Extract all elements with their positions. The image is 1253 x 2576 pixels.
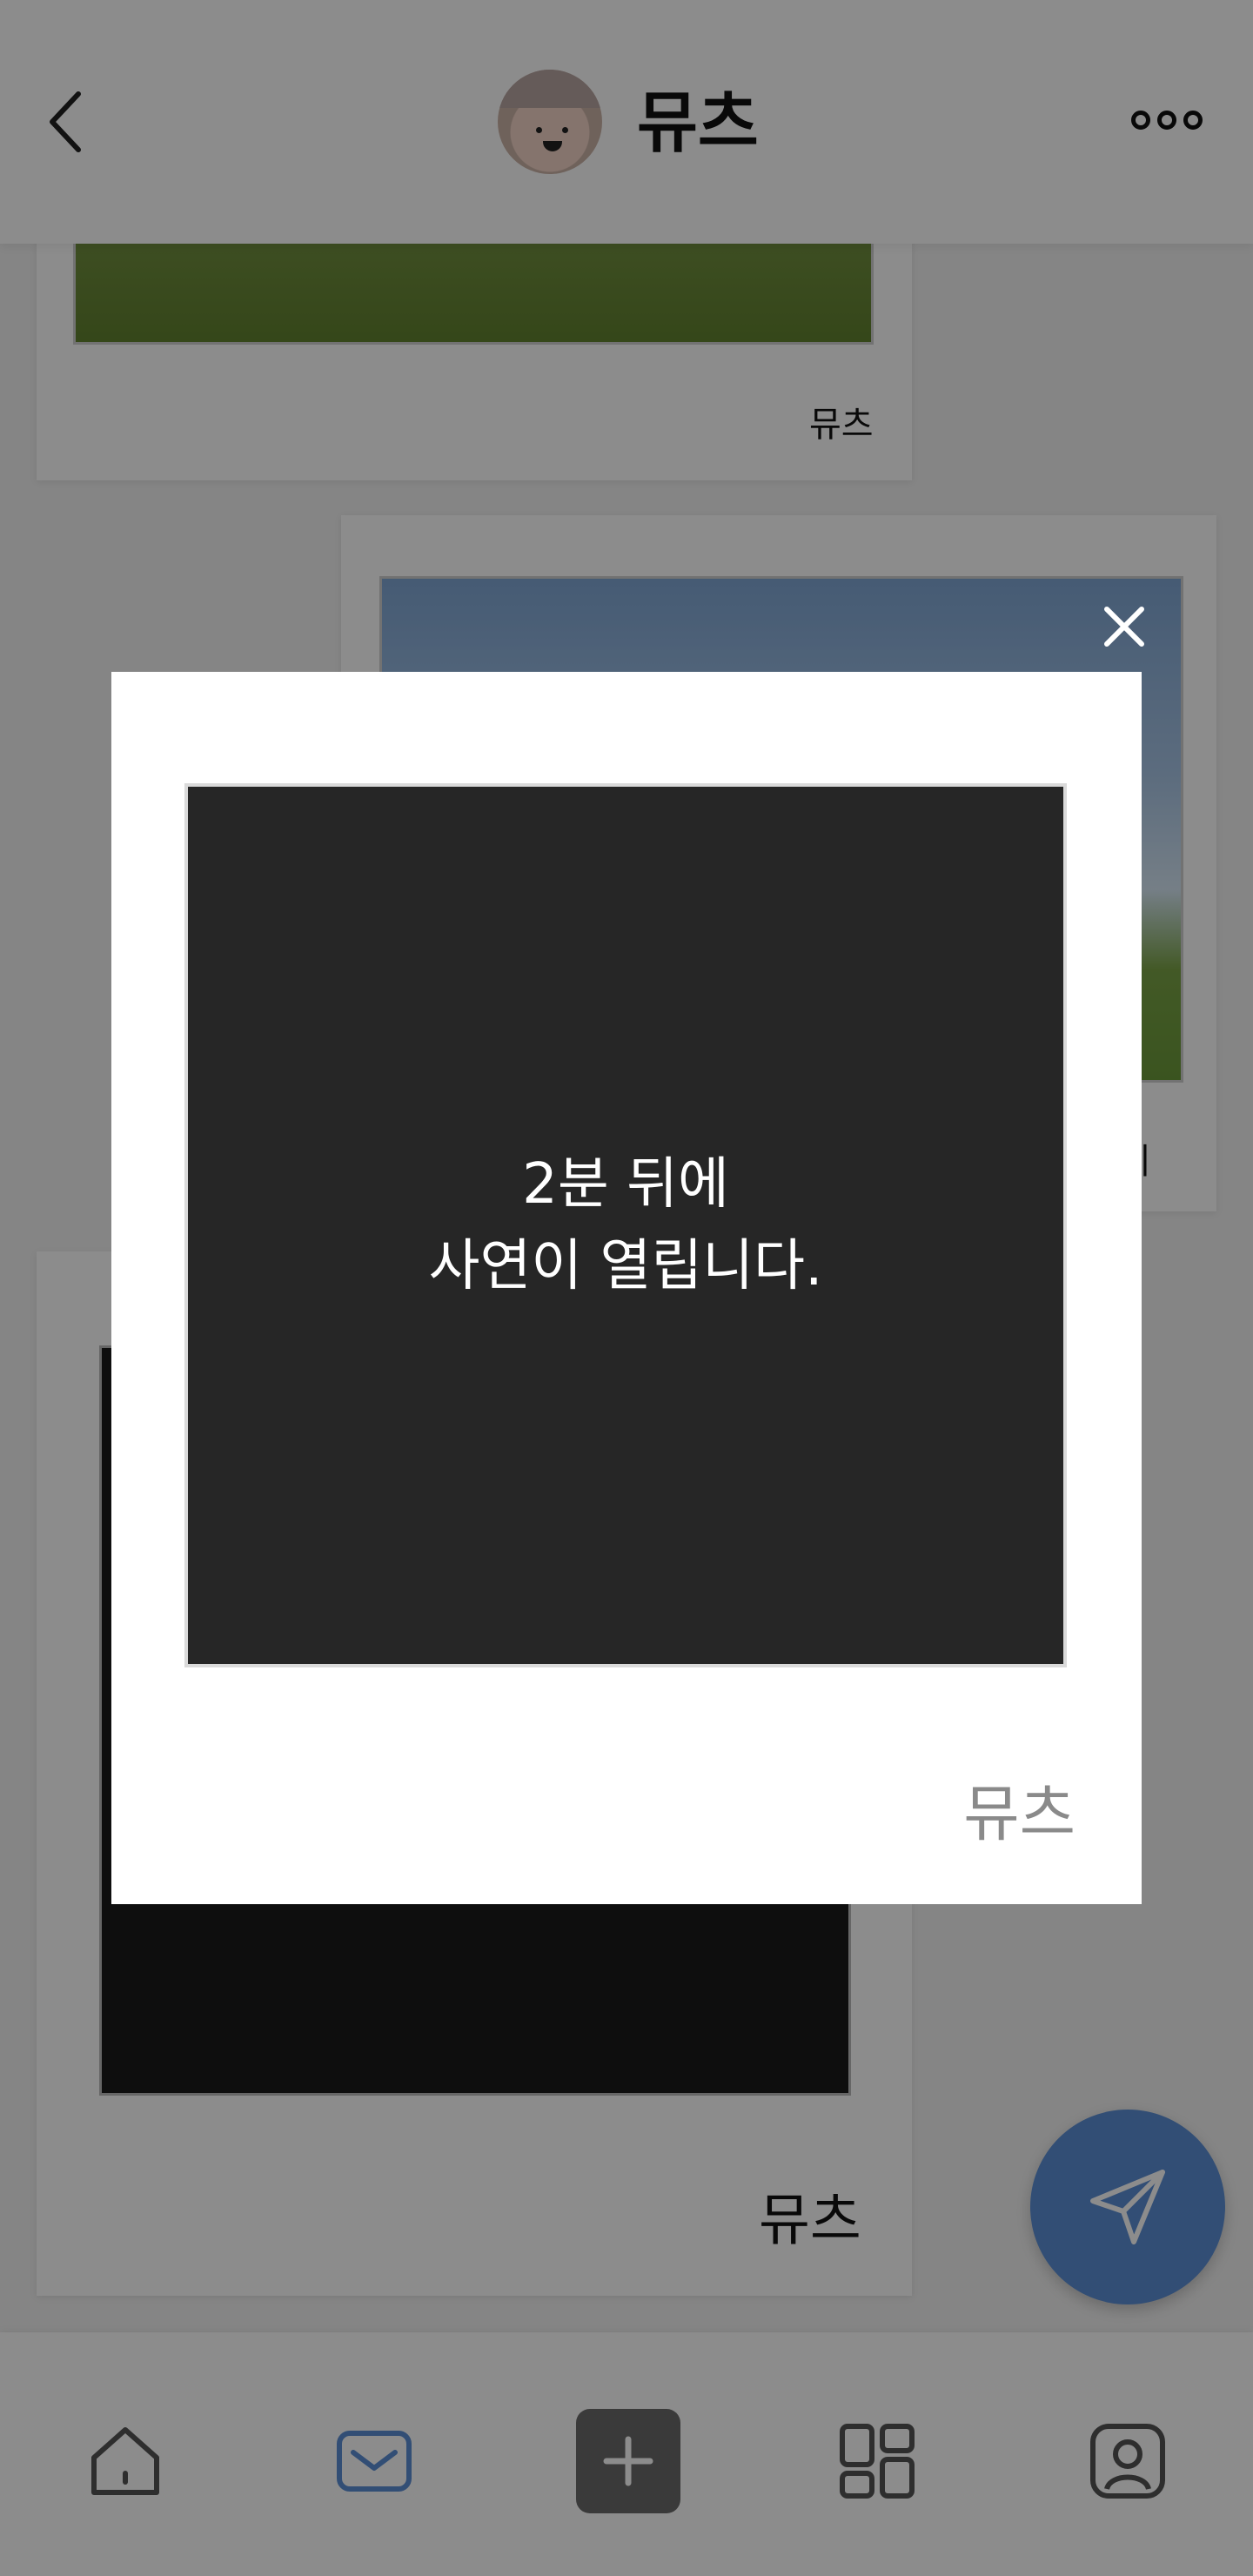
letter-modal: 2분 뒤에 사연이 열립니다. 뮤츠 [111,672,1142,1904]
unlock-message: 2분 뒤에 사연이 열립니다. [429,1144,823,1307]
close-button[interactable] [1098,600,1150,653]
unlock-message-line1: 2분 뒤에 [522,1152,729,1217]
close-icon [1104,607,1144,647]
unlock-message-line2: 사연이 열립니다. [428,1234,823,1298]
sender-name: 뮤츠 [963,1778,1075,1849]
locked-photo: 2분 뒤에 사연이 열립니다. [184,783,1067,1667]
